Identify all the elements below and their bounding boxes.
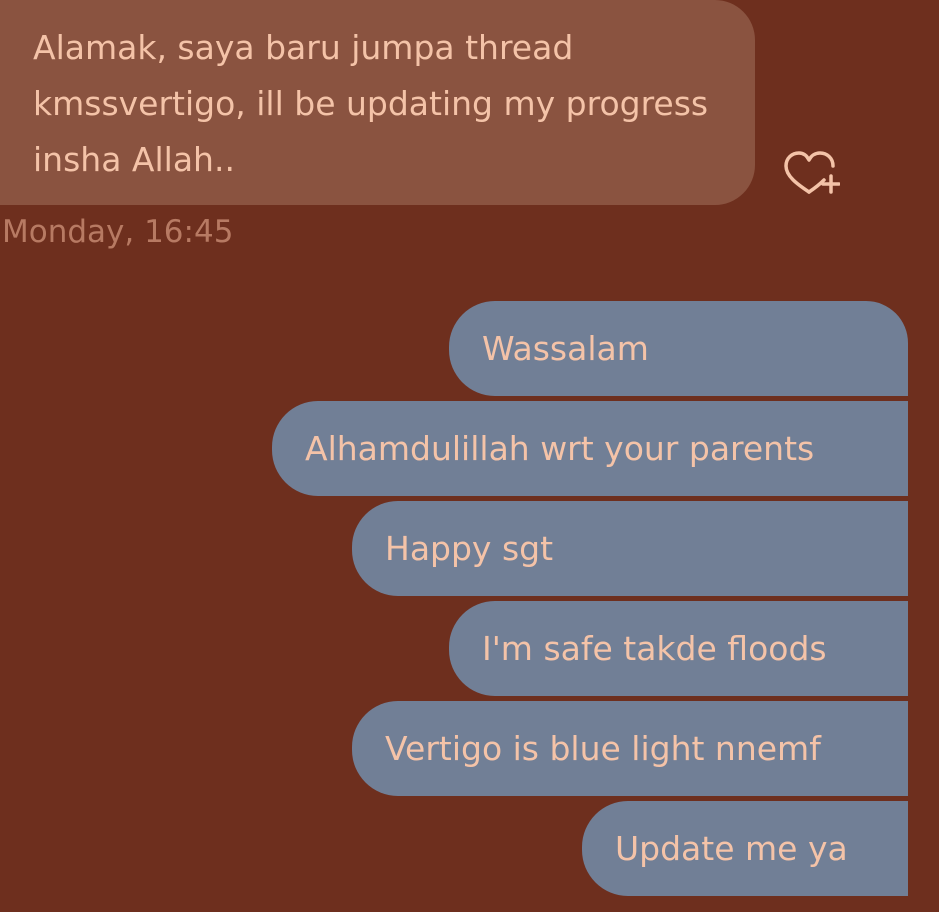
outgoing-message-bubble[interactable]: I'm safe takde floods <box>449 601 908 696</box>
outgoing-message-bubble[interactable]: Happy sgt <box>352 501 908 596</box>
chat-thread[interactable]: Alamak, saya baru jumpa thread kmssverti… <box>0 0 939 912</box>
outgoing-message-bubble[interactable]: Wassalam <box>449 301 908 396</box>
message-timestamp: Monday, 16:45 <box>2 214 234 250</box>
heart-plus-icon-graphic <box>784 151 841 194</box>
outgoing-message-text: I'm safe takde floods <box>482 629 827 668</box>
outgoing-message-bubble[interactable]: Vertigo is blue light nnemf <box>352 701 908 796</box>
incoming-message-text: Alamak, saya baru jumpa thread kmssverti… <box>33 28 709 179</box>
outgoing-message-bubble[interactable]: Alhamdulillah wrt your parents <box>272 401 908 496</box>
outgoing-message-text: Update me ya <box>615 829 848 868</box>
heart-plus-icon[interactable] <box>780 148 841 200</box>
incoming-message-bubble[interactable]: Alamak, saya baru jumpa thread kmssverti… <box>0 0 755 205</box>
outgoing-message-bubble[interactable]: Update me ya <box>582 801 908 896</box>
outgoing-message-text: Vertigo is blue light nnemf <box>385 729 821 768</box>
outgoing-message-text: Alhamdulillah wrt your parents <box>305 429 815 468</box>
outgoing-message-text: Wassalam <box>482 329 649 368</box>
outgoing-message-text: Happy sgt <box>385 529 554 568</box>
